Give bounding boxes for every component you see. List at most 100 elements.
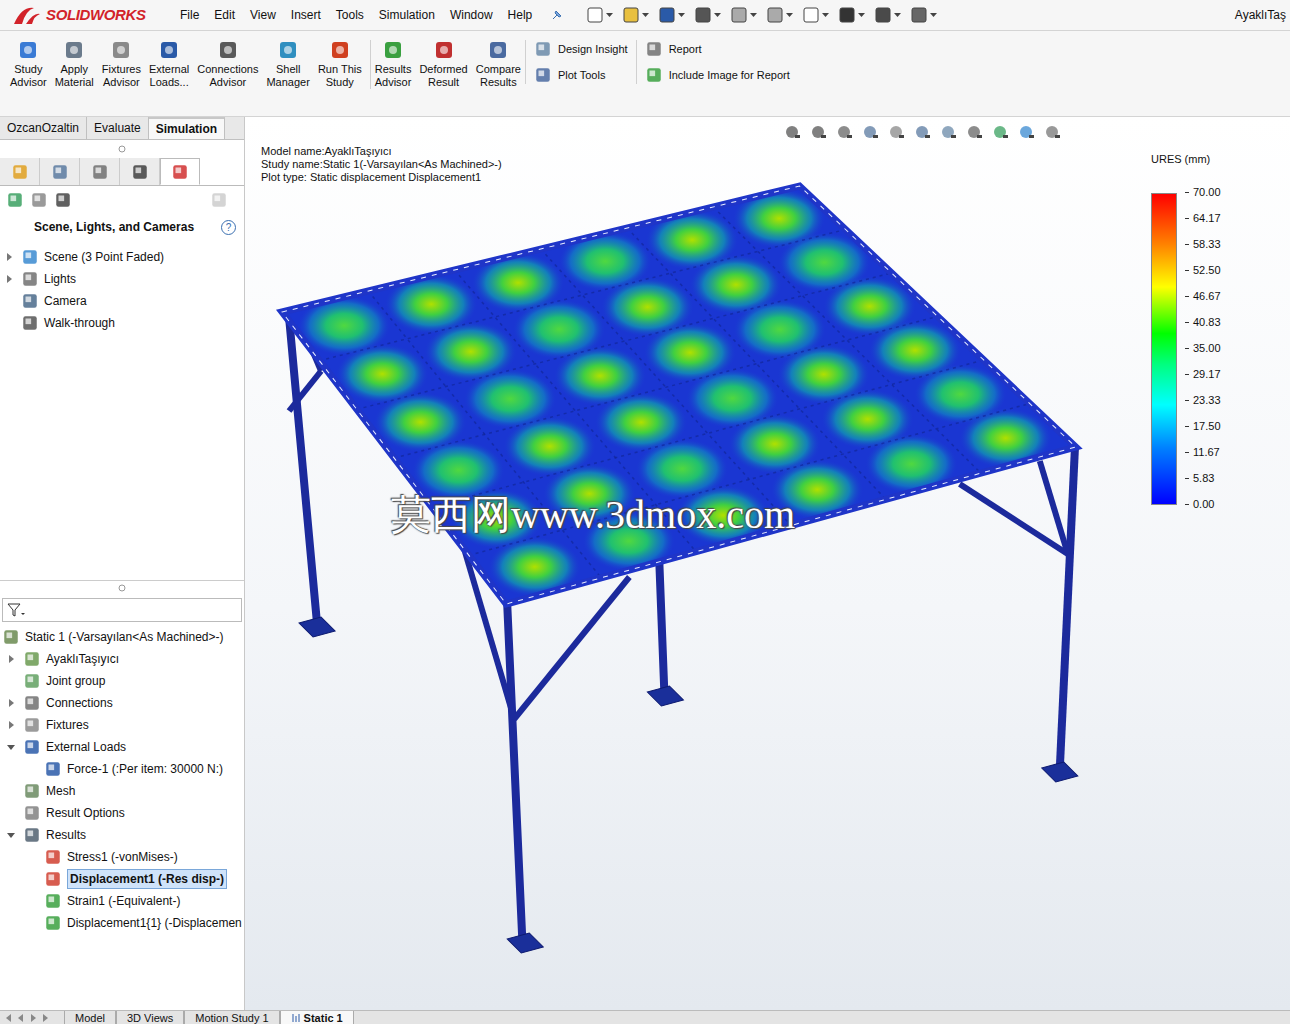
manager-tab[interactable] xyxy=(120,158,160,185)
collapsed-arrow-icon[interactable] xyxy=(6,654,16,664)
view-tool-icon[interactable] xyxy=(913,123,933,143)
dropdown-arrow-icon[interactable] xyxy=(606,13,613,18)
menu-item[interactable]: Simulation xyxy=(379,6,435,24)
study-tree-item[interactable]: Result Options xyxy=(0,802,244,824)
view-tool-icon[interactable] xyxy=(809,123,829,143)
study-tree-item[interactable]: External Loads xyxy=(0,736,244,758)
ribbon-small-button[interactable]: Report xyxy=(645,40,790,58)
tab-scroll-arrow-icon[interactable] xyxy=(40,1013,50,1023)
filter-field[interactable] xyxy=(2,598,242,622)
dropdown-arrow-icon[interactable] xyxy=(894,13,901,18)
collapsed-arrow-icon[interactable] xyxy=(6,720,16,730)
ribbon-button[interactable]: StudyAdvisor xyxy=(6,40,51,89)
ribbon-button[interactable]: DeformedResult xyxy=(415,40,471,89)
menu-item[interactable]: Insert xyxy=(291,6,321,24)
study-tree-item[interactable]: Fixtures xyxy=(0,714,244,736)
command-tab[interactable]: Simulation xyxy=(149,117,225,139)
view-tool-icon[interactable] xyxy=(835,123,855,143)
bottom-tab[interactable]: Model xyxy=(64,1011,116,1024)
manager-tab[interactable] xyxy=(80,158,120,185)
ribbon-small-button[interactable]: Plot Tools xyxy=(534,66,628,84)
ribbon-small-button[interactable]: Include Image for Report xyxy=(645,66,790,84)
dropdown-arrow-icon[interactable] xyxy=(786,13,793,18)
study-tree-item[interactable]: Results xyxy=(0,824,244,846)
expanded-arrow-icon[interactable] xyxy=(6,830,16,840)
help-button[interactable]: ? xyxy=(221,220,236,235)
menu-item[interactable]: View xyxy=(250,6,276,24)
toolbar-button[interactable] xyxy=(766,6,793,24)
toolbar-button[interactable] xyxy=(586,6,613,24)
bottom-tab[interactable]: Motion Study 1 xyxy=(184,1011,279,1024)
ribbon-small-button[interactable]: Design Insight xyxy=(534,40,628,58)
dropdown-arrow-icon[interactable] xyxy=(642,13,649,18)
toolbar-button[interactable] xyxy=(730,6,757,24)
study-tree-item[interactable]: Force-1 (:Per item: 30000 N:) xyxy=(0,758,244,780)
menu-item[interactable]: Edit xyxy=(214,6,235,24)
study-tree-item[interactable]: Joint group xyxy=(0,670,244,692)
tree-item[interactable]: Scene (3 Point Faded) xyxy=(0,246,244,268)
ribbon-button[interactable]: CompareResults xyxy=(472,40,525,89)
study-tree-item[interactable]: Static 1 (-Varsayılan<As Machined>-) xyxy=(0,626,244,648)
ribbon-button[interactable]: ResultsAdvisor xyxy=(370,40,416,89)
dropdown-arrow-icon[interactable] xyxy=(930,13,937,18)
ribbon-button[interactable]: ExternalLoads... xyxy=(145,40,193,89)
ribbon-button[interactable]: ConnectionsAdvisor xyxy=(193,40,262,89)
manager-tab[interactable] xyxy=(0,158,40,185)
tab-scroll-arrow-icon[interactable] xyxy=(16,1013,26,1023)
tree-item[interactable]: Camera xyxy=(0,290,244,312)
collapsed-arrow-icon[interactable] xyxy=(4,274,14,284)
collapsed-arrow-icon[interactable] xyxy=(6,698,16,708)
view-tool-icon[interactable] xyxy=(1043,123,1063,143)
view-tool-icon[interactable] xyxy=(965,123,985,143)
view-tool-icon[interactable] xyxy=(783,123,803,143)
view-tool-icon[interactable] xyxy=(1017,123,1037,143)
study-tree-item[interactable]: Stress1 (-vonMises-) xyxy=(0,846,244,868)
menu-item[interactable]: Window xyxy=(450,6,493,24)
dropdown-arrow-icon[interactable] xyxy=(750,13,757,18)
study-tree-item[interactable]: Mesh xyxy=(0,780,244,802)
ribbon-button[interactable]: ApplyMaterial xyxy=(51,40,98,89)
tree-item[interactable]: Walk-through xyxy=(0,312,244,334)
menu-item[interactable]: Tools xyxy=(336,6,364,24)
collapsed-arrow-icon[interactable] xyxy=(4,252,14,262)
ribbon-button[interactable]: ShellManager xyxy=(262,40,313,89)
study-tree-item[interactable]: Strain1 (-Equivalent-) xyxy=(0,890,244,912)
dropdown-arrow-icon[interactable] xyxy=(714,13,721,18)
dropdown-arrow-icon[interactable] xyxy=(858,13,865,18)
frame-model[interactable] xyxy=(245,117,1290,1010)
dropdown-arrow-icon[interactable] xyxy=(678,13,685,18)
command-tab[interactable]: OzcanOzaltin xyxy=(0,117,87,139)
study-tree-item[interactable]: Displacement1{1} (-Displacemen xyxy=(0,912,244,934)
manager-tab[interactable] xyxy=(40,158,80,185)
study-tree-item[interactable]: Connections xyxy=(0,692,244,714)
expanded-arrow-icon[interactable] xyxy=(6,742,16,752)
dropdown-arrow-icon[interactable] xyxy=(822,13,829,18)
toolbar-button[interactable] xyxy=(658,6,685,24)
ribbon-button[interactable]: FixturesAdvisor xyxy=(98,40,145,89)
graphics-viewport[interactable]: Model name:AyaklıTaşıyıcıStudy name:Stat… xyxy=(245,117,1290,1010)
manager-tab[interactable] xyxy=(160,158,200,185)
pin-icon[interactable] xyxy=(550,8,564,22)
ribbon-button[interactable]: Run ThisStudy xyxy=(314,40,366,89)
view-tool-icon[interactable] xyxy=(939,123,959,143)
study-tree-item[interactable]: Displacement1 (-Res disp-) xyxy=(0,868,244,890)
view-tool-icon[interactable] xyxy=(861,123,881,143)
toolbar-button[interactable] xyxy=(694,6,721,24)
menu-item[interactable]: File xyxy=(180,6,199,24)
toolbar-button[interactable] xyxy=(910,6,937,24)
view-tool-icon[interactable] xyxy=(991,123,1011,143)
study-tree-item[interactable]: AyaklıTaşıyıcı xyxy=(0,648,244,670)
tab-scroll-arrow-icon[interactable] xyxy=(4,1013,14,1023)
menu-item[interactable]: Help xyxy=(508,6,533,24)
toolbar-button[interactable] xyxy=(802,6,829,24)
grip-icon[interactable] xyxy=(118,145,126,153)
logo[interactable]: SOLIDWORKS xyxy=(0,4,168,27)
bottom-tab[interactable]: Static 1 xyxy=(280,1011,354,1024)
pane-splitter[interactable] xyxy=(0,580,244,594)
toolbar-button[interactable] xyxy=(622,6,649,24)
tree-item[interactable]: Lights xyxy=(0,268,244,290)
toolbar-button[interactable] xyxy=(838,6,865,24)
toolbar-button[interactable] xyxy=(874,6,901,24)
view-tool-icon[interactable] xyxy=(887,123,907,143)
command-tab[interactable]: Evaluate xyxy=(87,117,149,139)
